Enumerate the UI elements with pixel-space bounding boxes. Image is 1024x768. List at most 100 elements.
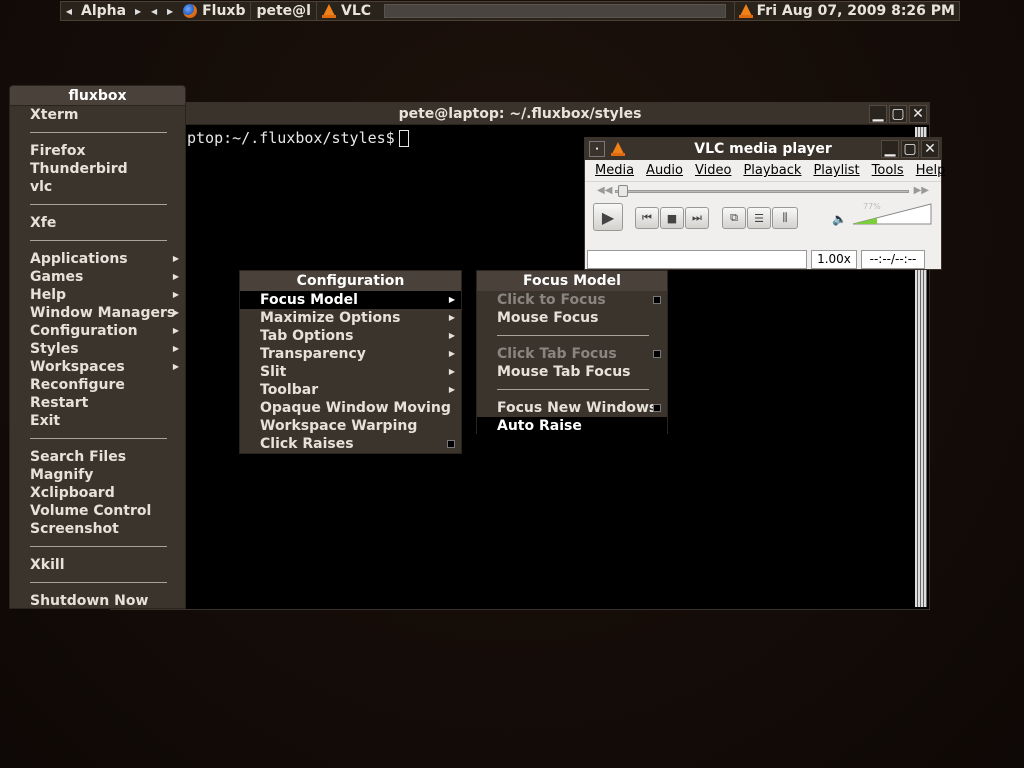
close-icon[interactable]: ✕ — [921, 140, 939, 158]
menu-title: Configuration — [240, 271, 461, 291]
close-icon[interactable]: ✕ — [909, 105, 927, 123]
vlc-window[interactable]: · VLC media player ▁ ▢ ✕ Media Audio Video… — [584, 137, 945, 270]
config-item-transparency[interactable]: Transparency ▶ — [240, 345, 461, 363]
vlc-menu-video[interactable]: Video — [689, 163, 737, 178]
previous-button[interactable]: ⏮ — [635, 207, 659, 229]
system-tray-clock[interactable]: Fri Aug 07, 2009 8:26 PM — [733, 2, 959, 20]
menu-item-workspaces[interactable]: Workspaces ▶ — [10, 358, 185, 376]
vlc-titlebar[interactable]: · VLC media player ▁ ▢ ✕ — [585, 138, 941, 160]
prev-workspace-icon[interactable]: ◀ — [61, 7, 77, 16]
prev-window-icon[interactable]: ◀ — [146, 7, 162, 16]
menu-separator — [30, 438, 167, 439]
menu-item-firefox[interactable]: Firefox — [10, 142, 185, 160]
menu-item-window-managers[interactable]: Window Managers ▶ — [10, 304, 185, 322]
menu-item-vlc[interactable]: vlc — [10, 178, 185, 196]
vlc-menu-help[interactable]: Help — [910, 163, 952, 178]
menu-separator — [30, 582, 167, 583]
focus-item-auto-raise[interactable]: Auto Raise — [477, 417, 667, 435]
maximize-icon[interactable]: ▢ — [889, 105, 907, 123]
menu-item-reconfigure[interactable]: Reconfigure — [10, 376, 185, 394]
menu-item-label: Games — [30, 269, 84, 285]
vlc-menubar: Media Audio Video Playback Playlist Tools Help — [585, 160, 945, 182]
configuration-menu: Configuration Focus Model ▶ Maximize Optio… — [239, 270, 462, 454]
fullscreen-button[interactable]: ⧉ — [722, 207, 746, 229]
config-item-opaque-window-moving[interactable]: Opaque Window Moving — [240, 399, 461, 417]
menu-item-label: Tab Options — [260, 328, 354, 344]
play-button[interactable]: ▶ — [593, 203, 623, 231]
menu-item-label: Xfe — [30, 215, 57, 231]
checkbox-icon — [653, 350, 661, 358]
submenu-arrow-icon: ▶ — [448, 367, 455, 376]
config-item-tab-options[interactable]: Tab Options ▶ — [240, 327, 461, 345]
slower-icon[interactable]: ◀◀ — [597, 185, 612, 196]
config-item-focus-model[interactable]: Focus Model ▶ — [240, 291, 461, 309]
workspace-name[interactable]: Alpha — [77, 3, 130, 19]
status-message — [587, 249, 807, 269]
volume-slider[interactable]: 77% — [851, 202, 933, 226]
menu-item-xterm[interactable]: Xterm — [10, 106, 185, 124]
next-window-icon[interactable]: ▶ — [162, 7, 178, 16]
terminal-titlebar[interactable]: pete@laptop: ~/.fluxbox/styles ▁ ▢ ✕ — [111, 103, 929, 125]
menu-separator — [497, 389, 649, 390]
focus-item-mouse-focus[interactable]: Mouse Focus — [477, 309, 667, 327]
vlc-menu-media[interactable]: Media — [589, 163, 640, 178]
menu-item-label: Tools — [871, 163, 904, 178]
menu-item-styles[interactable]: Styles ▶ — [10, 340, 185, 358]
vlc-tray-icon[interactable] — [738, 4, 753, 18]
speaker-icon[interactable]: 🔈 — [832, 212, 847, 226]
extended-settings-button[interactable]: ⫼ — [772, 207, 798, 229]
config-item-maximize-options[interactable]: Maximize Options ▶ — [240, 309, 461, 327]
config-item-click-raises[interactable]: Click Raises — [240, 435, 461, 453]
menu-item-xfe[interactable]: Xfe — [10, 214, 185, 232]
menu-item-xclipboard[interactable]: Xclipboard — [10, 484, 185, 502]
playback-speed[interactable]: 1.00x — [811, 249, 857, 269]
menu-item-screenshot[interactable]: Screenshot — [10, 520, 185, 538]
stop-button[interactable]: ■ — [660, 207, 684, 229]
config-item-slit[interactable]: Slit ▶ — [240, 363, 461, 381]
menu-item-thunderbird[interactable]: Thunderbird — [10, 160, 185, 178]
menu-item-search-files[interactable]: Search Files — [10, 448, 185, 466]
menu-item-xkill[interactable]: Xkill — [10, 556, 185, 574]
config-item-toolbar[interactable]: Toolbar ▶ — [240, 381, 461, 399]
menu-item-label: Opaque Window Moving — [260, 400, 451, 416]
seek-track[interactable] — [615, 190, 909, 193]
config-menu-items: Focus Model ▶ Maximize Options ▶ Tab Options… — [240, 291, 461, 453]
maximize-icon[interactable]: ▢ — [901, 140, 919, 158]
menu-item-exit[interactable]: Exit — [10, 412, 185, 430]
vlc-menu-audio[interactable]: Audio — [640, 163, 689, 178]
focus-item-click-tab-focus: Click Tab Focus — [477, 345, 667, 363]
vlc-menu-playlist[interactable]: Playlist — [807, 163, 865, 178]
seek-handle[interactable] — [618, 185, 628, 197]
faster-icon[interactable]: ▶▶ — [914, 185, 929, 196]
next-button[interactable]: ⏭ — [685, 207, 709, 229]
menu-item-label: Shutdown Now — [30, 593, 149, 609]
time-display[interactable]: --:--/--:-- — [861, 249, 925, 269]
menu-item-shutdown-now[interactable]: Shutdown Now — [10, 592, 185, 609]
focus-item-mouse-tab-focus[interactable]: Mouse Tab Focus — [477, 363, 667, 381]
menu-item-volume-control[interactable]: Volume Control — [10, 502, 185, 520]
focus-item-focus-new-windows[interactable]: Focus New Windows — [477, 399, 667, 417]
menu-item-label: Mouse Focus — [497, 310, 599, 326]
task-vlc[interactable]: VLC — [317, 2, 376, 20]
task-terminal[interactable]: pete@l — [251, 2, 317, 20]
vlc-menu-playback[interactable]: Playback — [737, 163, 807, 178]
next-workspace-icon[interactable]: ▶ — [130, 7, 146, 16]
focus-item-click-to-focus: Click to Focus — [477, 291, 667, 309]
vlc-menu-tools[interactable]: Tools — [866, 163, 910, 178]
menu-item-help[interactable]: Help ▶ — [10, 286, 185, 304]
menu-item-magnify[interactable]: Magnify — [10, 466, 185, 484]
seek-bar[interactable]: ◀◀ ▶▶ — [585, 182, 941, 200]
menu-item-restart[interactable]: Restart — [10, 394, 185, 412]
menu-item-games[interactable]: Games ▶ — [10, 268, 185, 286]
minimize-icon[interactable]: ▁ — [881, 140, 899, 158]
menu-item-label: Volume Control — [30, 503, 152, 519]
menu-item-label: Playback — [743, 163, 802, 178]
task-firefox[interactable]: Fluxb — [178, 2, 252, 20]
config-item-workspace-warping[interactable]: Workspace Warping — [240, 417, 461, 435]
minimize-icon[interactable]: ▁ — [869, 105, 887, 123]
playlist-button[interactable]: ☰ — [747, 207, 771, 229]
window-menu-icon[interactable]: · — [589, 141, 605, 157]
menu-item-configuration[interactable]: Configuration ▶ — [10, 322, 185, 340]
menu-item-label: Magnify — [30, 467, 94, 483]
menu-item-applications[interactable]: Applications ▶ — [10, 250, 185, 268]
